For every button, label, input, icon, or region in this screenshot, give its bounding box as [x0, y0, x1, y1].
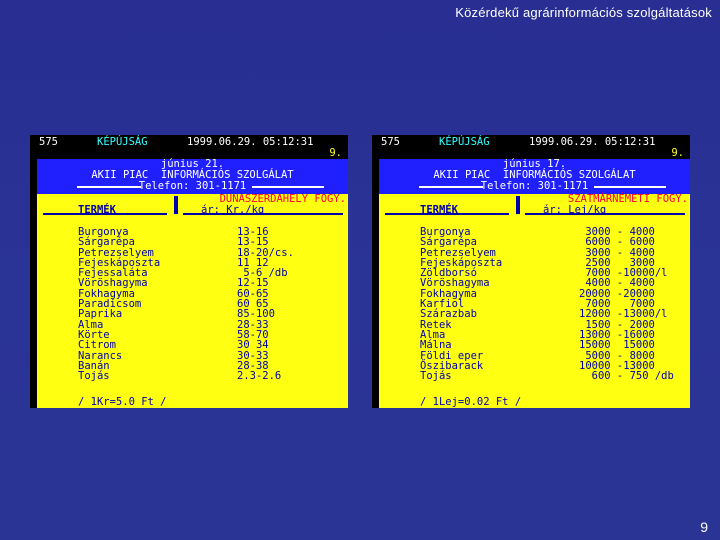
header-separator — [174, 196, 178, 214]
slide-title: Közérdekű agrárinformációs szolgáltatáso… — [455, 5, 712, 20]
teletext-rows: Burgonya 13-16 Sárgarépa 13-15 Petrezselyem 1… — [37, 227, 348, 383]
teletext-phone: Telefon: 301-1171 — [138, 180, 247, 192]
teletext-rows: Burgonya 3000 - 4000 Sárgarépa 6000 - 600… — [379, 227, 690, 383]
product-name: Málna — [420, 339, 452, 352]
teletext-top-line: 575 KÉPÚJSÁG 1999.06.29. 05:12:31 — [381, 137, 688, 148]
product-price: 13-15 — [237, 236, 269, 249]
product-price: 15000 15000 — [579, 339, 655, 352]
currency-note: / 1Lej=0.02 Ft / — [420, 396, 522, 408]
teletext-page-number: 575 — [381, 136, 400, 148]
product-price: 12-15 — [237, 277, 269, 290]
teletext-phone-line: Telefon: 301-1171 — [379, 181, 690, 192]
teletext-top-line: 575 KÉPÚJSÁG 1999.06.29. 05:12:31 — [39, 137, 346, 148]
teletext-rule-left — [77, 186, 141, 188]
header-underline-left — [385, 213, 509, 215]
teletext-subpage: 9. — [329, 147, 342, 159]
header-separator — [516, 196, 520, 214]
teletext-panel-left: 575 KÉPÚJSÁG 1999.06.29. 05:12:31 9. június … — [30, 135, 348, 408]
product-price: 4000 - 4000 — [579, 277, 655, 290]
teletext-service-name: KÉPÚJSÁG — [439, 136, 490, 148]
product-price: 30 34 — [237, 339, 269, 352]
product-price: 12000 -13000/l — [579, 308, 668, 321]
product-name: Tojás — [420, 370, 452, 383]
product-price: 600 - 750 /db — [579, 370, 674, 383]
teletext-phone: Telefon: 301-1171 — [480, 180, 589, 192]
product-price: 2.3-2.6 — [237, 370, 282, 383]
teletext-phone-line: Telefon: 301-1171 — [37, 181, 348, 192]
header-underline-left — [43, 213, 167, 215]
product-name: Sárgarépa — [420, 236, 477, 249]
teletext-panel-right: 575 KÉPÚJSÁG 1999.06.29. 05:12:31 9. június … — [372, 135, 690, 408]
teletext-header-band: június 17. AKII PIAC INFORMÁCIÓS SZOLGÁLA… — [379, 159, 690, 194]
header-underline-right — [183, 213, 343, 215]
teletext-market-location: DUNASZERDAHELY FOGY. — [219, 193, 346, 205]
table-row: Tojás 600 - 750 /db — [379, 370, 690, 383]
currency-note: / 1Kr=5.0 Ft / — [78, 396, 167, 408]
page-number: 9 — [700, 519, 708, 535]
teletext-market-location: SZATMÁRNÉMETI FOGY. — [567, 193, 688, 205]
table-row: Tojás 2.3-2.6 — [37, 370, 348, 383]
product-name: Vöröshagyma — [78, 277, 148, 290]
teletext-rule-left — [419, 186, 483, 188]
teletext-price-table: DUNASZERDAHELY FOGY. TERMÉK ár: Kr./kg Burg… — [37, 194, 348, 408]
product-price: 6000 - 6000 — [579, 236, 655, 249]
teletext-service-name: KÉPÚJSÁG — [97, 136, 148, 148]
teletext-subpage: 9. — [671, 147, 684, 159]
product-name: Tojás — [78, 370, 110, 383]
teletext-table-header: SZATMÁRNÉMETI FOGY. TERMÉK ár: Lej/kg — [379, 194, 690, 216]
teletext-rule-right — [252, 186, 324, 188]
product-name: Vöröshagyma — [420, 277, 490, 290]
teletext-price-table: SZATMÁRNÉMETI FOGY. TERMÉK ár: Lej/kg Burgo… — [379, 194, 690, 408]
teletext-datetime: 1999.06.29. 05:12:31 — [529, 136, 656, 148]
product-price: 85-100 — [237, 308, 275, 321]
product-name: Sárgarépa — [78, 236, 135, 249]
teletext-header-band: június 21. AKII PIAC INFORMÁCIÓS SZOLGÁLA… — [37, 159, 348, 194]
product-name: Paprika — [78, 308, 123, 321]
teletext-datetime: 1999.06.29. 05:12:31 — [187, 136, 314, 148]
header-underline-right — [525, 213, 685, 215]
teletext-rule-right — [594, 186, 666, 188]
product-name: Citrom — [78, 339, 116, 352]
teletext-table-header: DUNASZERDAHELY FOGY. TERMÉK ár: Kr./kg — [37, 194, 348, 216]
product-name: Szárazbab — [420, 308, 477, 321]
teletext-page-number: 575 — [39, 136, 58, 148]
